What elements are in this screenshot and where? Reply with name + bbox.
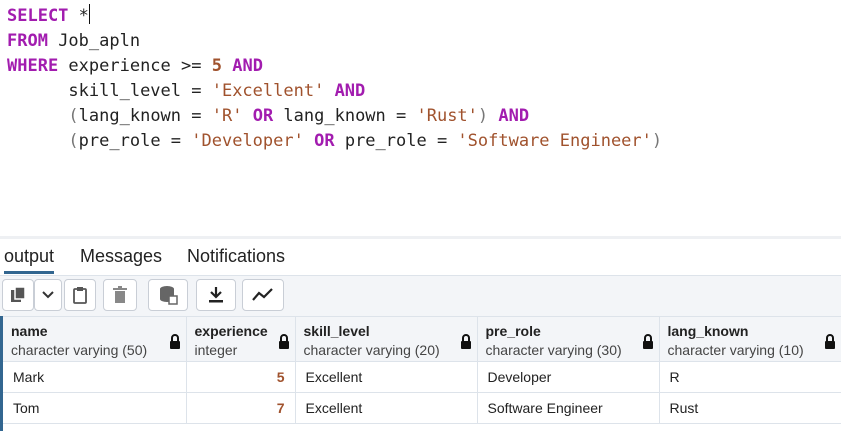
code-text: skill_level = bbox=[68, 81, 212, 101]
code-text: experience >= bbox=[58, 56, 212, 76]
lock-icon bbox=[278, 334, 289, 349]
code-text: pre_role = bbox=[334, 131, 458, 151]
save-data-button[interactable] bbox=[148, 279, 188, 311]
table-cell[interactable]: Developer bbox=[477, 361, 660, 393]
column-header-lang-known[interactable]: lang_known character varying (10) bbox=[659, 316, 841, 362]
table-cell[interactable]: 5 bbox=[186, 361, 296, 393]
string-literal: 'Developer' bbox=[191, 131, 304, 151]
keyword: AND bbox=[334, 81, 366, 101]
result-grid: name character varying (50) experience int… bbox=[3, 316, 841, 424]
string-literal: 'Excellent' bbox=[211, 81, 325, 101]
data-table: name character varying (50) experience int… bbox=[3, 316, 841, 424]
code-line-3: WHERE experience >= 5 AND bbox=[7, 54, 662, 79]
table-cell[interactable]: R bbox=[659, 361, 841, 393]
code-line-5: (lang_known = 'R' OR lang_known = 'Rust'… bbox=[7, 104, 662, 129]
lock-icon bbox=[460, 334, 471, 349]
code-text: * bbox=[68, 6, 89, 26]
column-name: experience bbox=[194, 323, 268, 339]
code-text: lang_known = bbox=[78, 106, 212, 126]
lock-icon bbox=[169, 334, 180, 349]
table-cell[interactable]: Tom bbox=[3, 392, 187, 424]
column-header-pre-role[interactable]: pre_role character varying (30) bbox=[477, 316, 660, 362]
keyword: WHERE bbox=[7, 56, 59, 76]
code-text: pre_role = bbox=[78, 131, 192, 151]
lock-icon bbox=[642, 334, 653, 349]
column-name: lang_known bbox=[667, 323, 749, 339]
keyword: OR bbox=[252, 106, 274, 126]
keyword: FROM bbox=[7, 31, 48, 51]
column-header-experience[interactable]: experience integer bbox=[186, 316, 296, 362]
table-cell[interactable]: Excellent bbox=[295, 361, 478, 393]
column-type: character varying (50) bbox=[11, 342, 148, 358]
paren: ( bbox=[68, 131, 79, 151]
table-row[interactable]: Tom 7 Excellent Software Engineer Rust bbox=[3, 392, 841, 424]
string-literal: 'Rust' bbox=[416, 106, 478, 126]
column-type: character varying (10) bbox=[667, 342, 804, 358]
paste-icon bbox=[73, 287, 87, 304]
table-cell[interactable]: Excellent bbox=[295, 392, 478, 424]
tab-messages[interactable]: Messages bbox=[80, 246, 162, 267]
string-literal: 'R' bbox=[211, 106, 243, 126]
code-line-2: FROM Job_apln bbox=[7, 29, 662, 54]
delete-button[interactable] bbox=[103, 279, 137, 311]
sql-code[interactable]: SELECT * FROM Job_apln WHERE experience >=… bbox=[7, 4, 662, 154]
column-name: pre_role bbox=[485, 323, 541, 339]
column-type: character varying (20) bbox=[303, 342, 440, 358]
copy-options-dropdown[interactable] bbox=[34, 279, 62, 311]
lock-icon bbox=[824, 334, 835, 349]
header-row: name character varying (50) experience int… bbox=[3, 316, 841, 362]
tab-output[interactable]: output bbox=[4, 246, 55, 274]
table-cell[interactable]: Rust bbox=[659, 392, 841, 424]
graph-icon bbox=[252, 288, 273, 301]
chevron-down-icon bbox=[42, 291, 54, 299]
paren: ) bbox=[651, 131, 663, 151]
column-type: integer bbox=[194, 342, 238, 358]
result-tabs: output Messages Notifications bbox=[0, 239, 841, 276]
tab-notifications[interactable]: Notifications bbox=[187, 246, 285, 267]
delete-icon bbox=[113, 286, 127, 303]
keyword: SELECT bbox=[7, 6, 69, 26]
code-line-4: skill_level = 'Excellent' AND bbox=[7, 79, 662, 104]
table-cell[interactable]: Mark bbox=[3, 361, 187, 393]
table-cell[interactable]: Software Engineer bbox=[477, 392, 660, 424]
string-literal: 'Software Engineer' bbox=[457, 131, 652, 151]
table-row[interactable]: Mark 5 Excellent Developer R bbox=[3, 361, 841, 393]
copy-button[interactable] bbox=[2, 279, 34, 311]
paste-button[interactable] bbox=[64, 279, 96, 311]
column-name: skill_level bbox=[303, 323, 370, 339]
result-toolbar bbox=[0, 276, 841, 316]
code-line-6: (pre_role = 'Developer' OR pre_role = 'S… bbox=[7, 129, 662, 154]
paren: ) bbox=[477, 106, 489, 126]
copy-icon bbox=[11, 286, 26, 302]
code-line-1: SELECT * bbox=[7, 4, 662, 29]
keyword: AND bbox=[232, 56, 263, 76]
code-text: Job_apln bbox=[47, 31, 141, 51]
text-caret bbox=[88, 4, 90, 24]
column-header-skill-level[interactable]: skill_level character varying (20) bbox=[295, 316, 478, 362]
number-literal: 5 bbox=[211, 56, 222, 76]
code-text: lang_known = bbox=[273, 106, 417, 126]
column-name: name bbox=[11, 323, 48, 339]
column-type: character varying (30) bbox=[485, 342, 622, 358]
keyword: AND bbox=[498, 106, 530, 126]
download-button[interactable] bbox=[196, 279, 236, 311]
save-data-icon bbox=[160, 286, 178, 305]
table-cell[interactable]: 7 bbox=[186, 392, 296, 424]
column-header-name[interactable]: name character varying (50) bbox=[3, 316, 187, 362]
sql-editor[interactable]: SELECT * FROM Job_apln WHERE experience >=… bbox=[0, 0, 841, 236]
paren: ( bbox=[68, 106, 79, 126]
download-icon bbox=[209, 287, 223, 303]
graph-visualiser-button[interactable] bbox=[242, 279, 284, 311]
keyword: OR bbox=[314, 131, 335, 151]
